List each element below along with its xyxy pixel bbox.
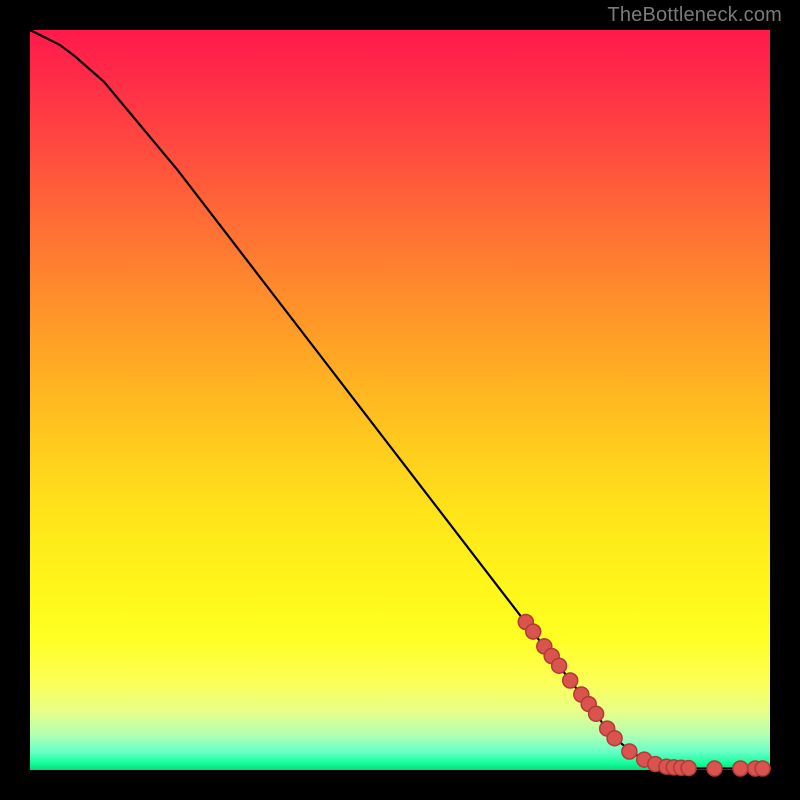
chart-marker [733,761,748,776]
chart-plot-area [30,30,770,770]
chart-marker [707,761,722,776]
attribution-text: TheBottleneck.com [607,4,782,27]
chart-marker [552,658,567,673]
chart-marker [755,761,770,776]
chart-marker [607,731,622,746]
chart-marker [589,706,604,721]
chart-marker [563,673,578,688]
chart-marker [622,744,637,759]
chart-marker [526,624,541,639]
chart-markers [518,615,770,777]
chart-curve [30,30,770,769]
chart-marker [681,761,696,776]
chart-svg [30,30,770,770]
